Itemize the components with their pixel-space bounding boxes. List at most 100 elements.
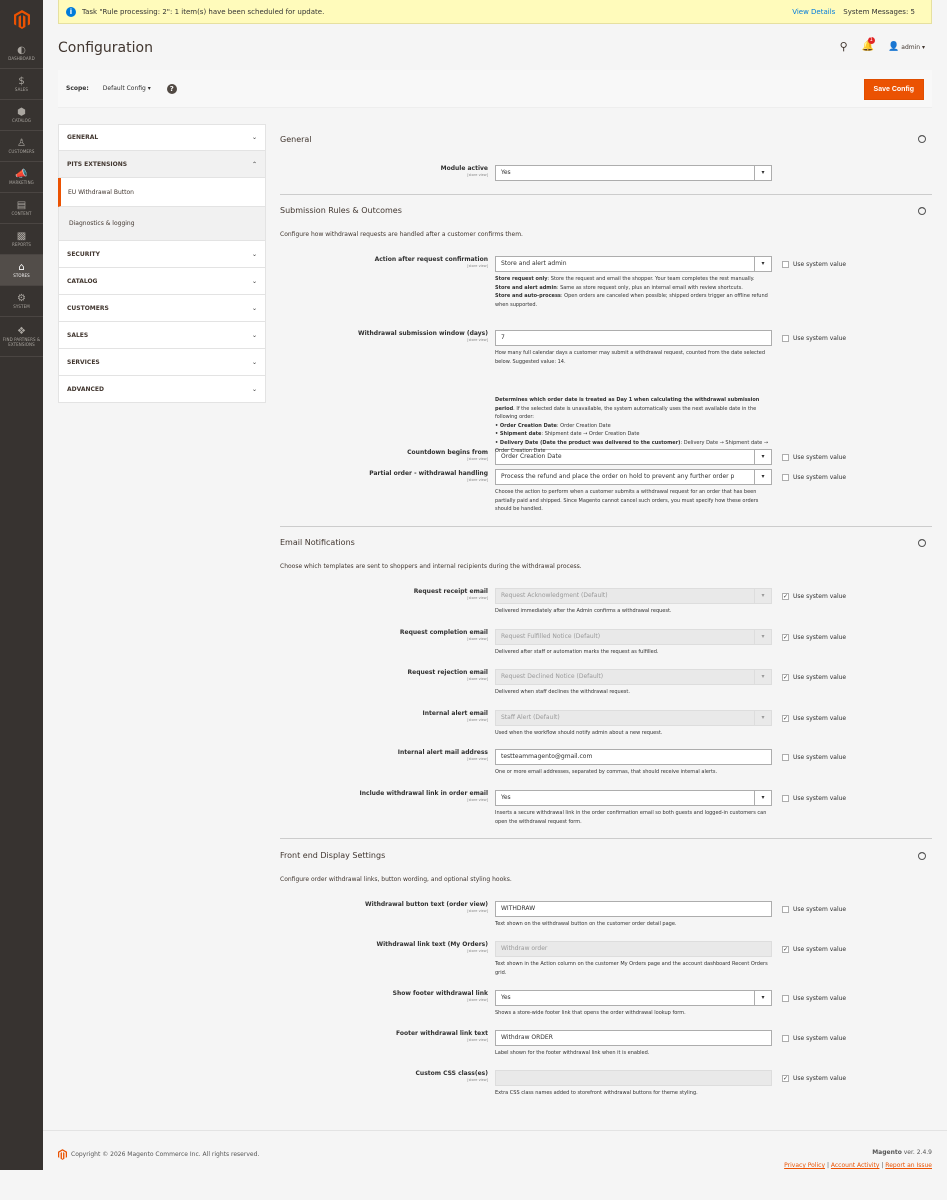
checkbox[interactable]: ✓ [782, 633, 789, 641]
scope-switcher[interactable]: Default Config ▾ [103, 85, 151, 92]
field-control[interactable]: Yes [495, 790, 772, 806]
sidebar-item-system[interactable]: ⚙ SYSTEM [0, 286, 43, 317]
nav-tab-customers[interactable]: CUSTOMERS ⌄ [58, 295, 266, 322]
field-control[interactable]: Request Fulfilled Notice (Default) [495, 628, 772, 645]
use-system-value[interactable]: ✓ Use system value [782, 674, 846, 681]
nav-item-diagnostics[interactable]: Diagnostics & logging [58, 207, 266, 241]
checkbox[interactable] [782, 906, 789, 913]
use-system-value[interactable]: Use system value [782, 795, 846, 802]
sidebar-item-find[interactable]: ❖ FIND PARTNERS & EXTENSIONS [0, 317, 43, 357]
page-title: Configuration [58, 40, 153, 56]
checkbox[interactable]: ✓ [782, 1075, 789, 1082]
checkbox[interactable] [782, 795, 789, 802]
system-messages-link[interactable]: System Messages: 5 [843, 8, 915, 16]
use-system-value[interactable]: Use system value [782, 1035, 846, 1042]
checkbox[interactable] [782, 474, 789, 481]
module-active-select[interactable]: Yes [495, 165, 772, 181]
partial-select[interactable]: Process the refund and place the order o… [495, 469, 772, 485]
checkbox[interactable] [782, 754, 789, 761]
section-header[interactable]: General ^ [280, 124, 932, 154]
checkbox[interactable] [782, 335, 789, 342]
notifications-bell-icon[interactable]: 🔔 1 [862, 37, 875, 52]
action-note: Store request only: Store the request an… [495, 276, 768, 308]
use-system-value[interactable]: ✓ Use system value [782, 633, 846, 641]
sidebar-item-reports[interactable]: ▩ REPORTS [0, 224, 43, 255]
use-system-value[interactable]: Use system value [782, 474, 846, 481]
window-note: How many full calendar days a customer m… [495, 350, 766, 365]
magento-logo-icon[interactable] [0, 0, 43, 38]
nav-tab-services[interactable]: SERVICES ⌄ [58, 349, 266, 376]
privacy-policy-link[interactable]: Privacy Policy [784, 1162, 825, 1169]
use-system-value[interactable]: Use system value [782, 261, 846, 268]
scope-tag: [store view] [467, 1078, 488, 1082]
field-control[interactable]: Yes [495, 990, 772, 1006]
search-icon[interactable]: ⚲ [840, 40, 848, 53]
section-header[interactable]: Email Notifications ^ [280, 527, 932, 558]
field-control[interactable] [495, 1070, 772, 1086]
user-name: admin [901, 43, 921, 51]
help-icon[interactable]: ? [166, 83, 177, 94]
sidebar-item-content[interactable]: ▤ CONTENT [0, 193, 43, 224]
use-system-value[interactable]: ✓ Use system value [782, 946, 846, 953]
window-input[interactable]: 7 [495, 330, 772, 346]
user-menu[interactable]: 👤 admin ▾ [888, 42, 925, 52]
version: Magento ver. 2.4.9 [872, 1149, 932, 1156]
view-details-link[interactable]: View Details [792, 8, 835, 16]
field-control[interactable]: Request Acknowledgment (Default) [495, 588, 772, 604]
field-note: Shows a store-wide footer link that open… [495, 1010, 686, 1016]
sidebar-item-stores[interactable]: ⌂ STORES [0, 255, 43, 286]
use-system-value[interactable]: ✓ Use system value [782, 714, 846, 722]
use-system-value[interactable]: Use system value [782, 995, 846, 1002]
scope-tag: [store view] [467, 1038, 488, 1042]
checkbox[interactable]: ✓ [782, 593, 789, 600]
section-email: Email Notifications ^ Choose which templa… [280, 527, 932, 839]
use-system-value[interactable]: ✓ Use system value [782, 1075, 846, 1082]
field-control[interactable]: Withdraw order [495, 941, 772, 957]
nav-tab-general[interactable]: GENERAL ⌄ [58, 124, 266, 151]
use-system-value[interactable]: ✓ Use system value [782, 593, 846, 600]
field-control[interactable]: Withdraw ORDER [495, 1030, 772, 1046]
sidebar-item-dashboard[interactable]: ◐ DASHBOARD [0, 38, 43, 69]
use-system-value[interactable]: Use system value [782, 454, 846, 461]
checkbox[interactable] [782, 454, 789, 461]
checkbox[interactable]: ✓ [782, 946, 789, 953]
field-label: Withdrawal link text (My Orders) [376, 941, 489, 948]
section-header[interactable]: Submission Rules & Outcomes ^ [280, 195, 932, 226]
checkbox[interactable] [782, 261, 789, 268]
section-general: General ^ Module active [store view] Yes [280, 124, 932, 195]
action-select[interactable]: Store and alert admin [495, 256, 772, 272]
field-control[interactable]: WITHDRAW [495, 901, 772, 917]
field-note: Label shown for the footer withdrawal li… [495, 1050, 650, 1056]
gear-icon: ⚙ [17, 293, 26, 304]
nav-tab-pits-extensions[interactable]: PITS EXTENSIONS ⌃ [58, 151, 266, 178]
field-label: Request rejection email [407, 669, 488, 676]
notice-message: Task "Rule processing: 2": 1 item(s) hav… [82, 7, 325, 16]
nav-tab-catalog[interactable]: CATALOG ⌄ [58, 268, 266, 295]
sidebar-item-customers[interactable]: ♙ CUSTOMERS [0, 131, 43, 162]
field-control[interactable]: testteammagento@gmail.com [495, 749, 772, 765]
use-system-value[interactable]: Use system value [782, 906, 846, 913]
sidebar-item-catalog[interactable]: ⬢ CATALOG [0, 100, 43, 131]
field-control[interactable]: Request Declined Notice (Default) [495, 669, 772, 685]
section-header[interactable]: Front end Display Settings ^ [280, 840, 932, 871]
nav-item-eu-withdrawal-button[interactable]: EU Withdrawal Button [58, 178, 266, 207]
sidebar-item-sales[interactable]: $ SALES [0, 69, 43, 100]
field-control[interactable]: Staff Alert (Default) [495, 709, 772, 726]
checkbox[interactable] [782, 995, 789, 1002]
checkbox[interactable]: ✓ [782, 714, 789, 722]
field-note: Delivered after staff or automation mark… [495, 648, 659, 655]
nav-tab-security[interactable]: SECURITY ⌄ [58, 241, 266, 268]
use-system-value[interactable]: Use system value [782, 335, 846, 342]
account-activity-link[interactable]: Account Activity [831, 1162, 880, 1169]
nav-tab-sales[interactable]: SALES ⌄ [58, 322, 266, 349]
sidebar-item-marketing[interactable]: 📣 MARKETING [0, 162, 43, 193]
checkbox[interactable] [782, 1035, 789, 1042]
save-config-button[interactable]: Save Config [863, 79, 924, 100]
use-system-value[interactable]: Use system value [782, 754, 846, 761]
scope-tag: [store view] [467, 636, 488, 641]
section-description: Choose which templates are sent to shopp… [280, 563, 582, 570]
nav-tab-advanced[interactable]: ADVANCED ⌄ [58, 376, 266, 403]
checkbox[interactable]: ✓ [782, 674, 789, 681]
field-label: Internal alert mail address [397, 749, 488, 756]
report-issue-link[interactable]: Report an Issue [885, 1162, 932, 1169]
